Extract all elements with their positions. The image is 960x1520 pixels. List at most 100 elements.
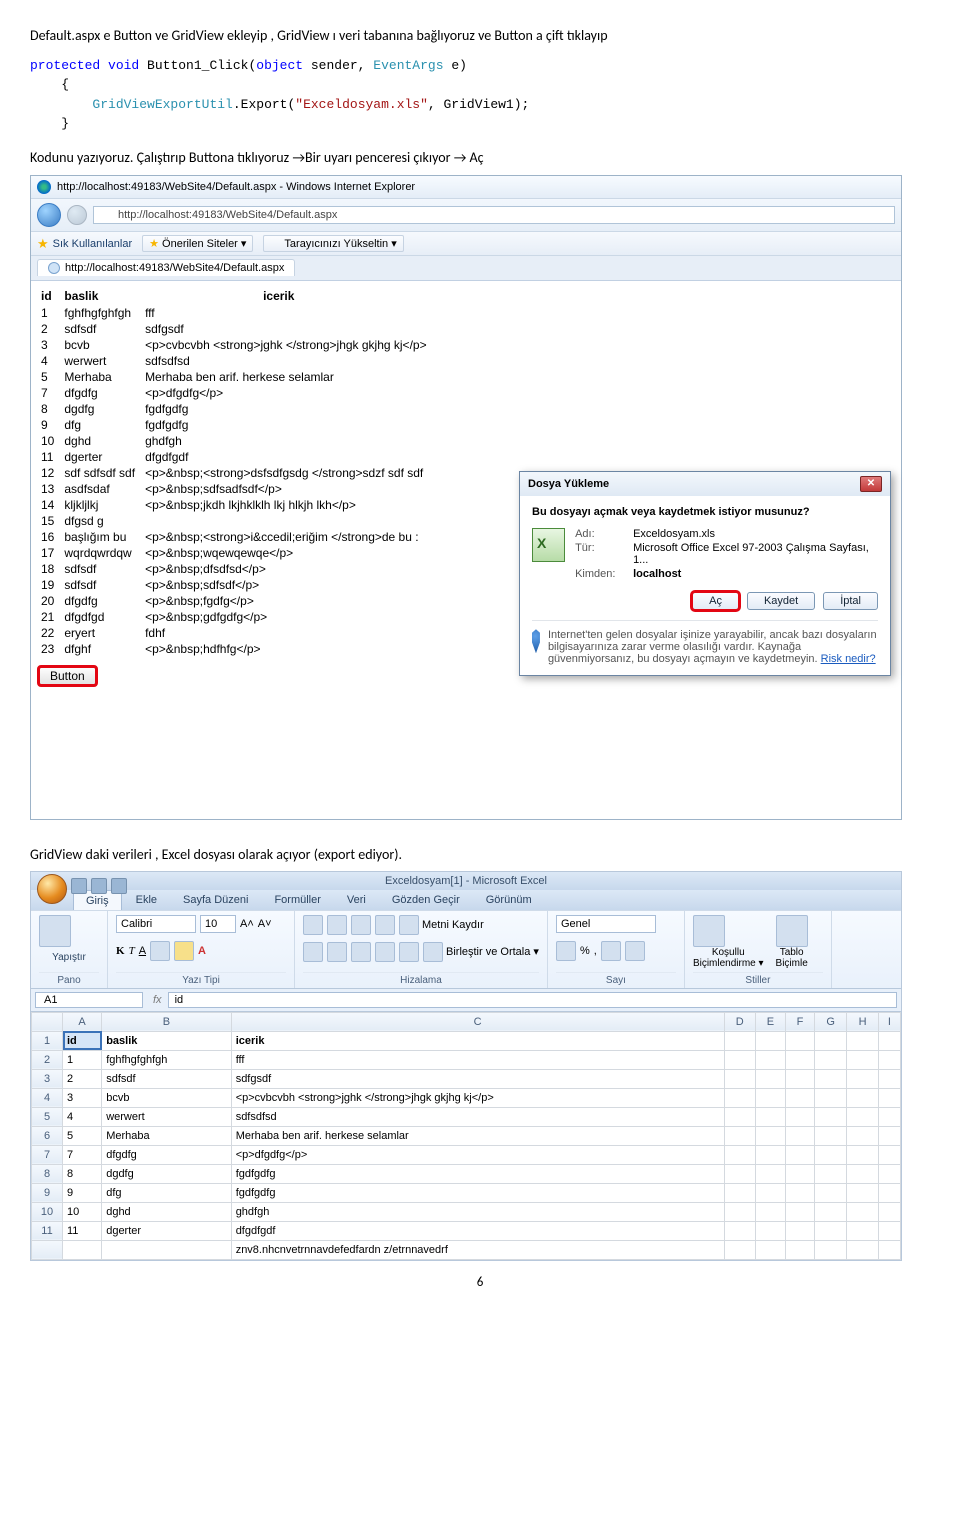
inc-decimal-icon[interactable]: [601, 941, 621, 961]
merge-icon[interactable]: [423, 942, 443, 962]
cell[interactable]: [755, 1050, 785, 1069]
cell[interactable]: [878, 1164, 900, 1183]
cell[interactable]: 9: [63, 1183, 102, 1202]
office-button[interactable]: [37, 874, 67, 904]
col-header[interactable]: A: [63, 1012, 102, 1031]
cell[interactable]: [847, 1107, 878, 1126]
cell[interactable]: [724, 1107, 755, 1126]
cell[interactable]: bcvb: [102, 1088, 231, 1107]
col-header[interactable]: C: [231, 1012, 724, 1031]
cell[interactable]: [878, 1221, 900, 1240]
forward-button[interactable]: [67, 205, 87, 225]
cell[interactable]: [724, 1126, 755, 1145]
cell[interactable]: [815, 1164, 847, 1183]
cell[interactable]: [847, 1202, 878, 1221]
save-button[interactable]: Kaydet: [747, 592, 815, 610]
cell[interactable]: [63, 1240, 102, 1259]
cell[interactable]: [755, 1202, 785, 1221]
cancel-button[interactable]: İptal: [823, 592, 878, 610]
col-header[interactable]: E: [755, 1012, 785, 1031]
tab-insert[interactable]: Ekle: [124, 890, 169, 910]
col-header[interactable]: [32, 1012, 63, 1031]
cell[interactable]: Merhaba: [102, 1126, 231, 1145]
open-button[interactable]: Aç: [692, 592, 739, 610]
cell[interactable]: [847, 1183, 878, 1202]
number-format-combo[interactable]: Genel: [556, 915, 656, 933]
tab-view[interactable]: Görünüm: [474, 890, 544, 910]
cell[interactable]: [847, 1050, 878, 1069]
qat-undo-icon[interactable]: [91, 878, 107, 894]
cell[interactable]: 2: [63, 1069, 102, 1088]
cell[interactable]: icerik: [231, 1031, 724, 1050]
cell[interactable]: [878, 1088, 900, 1107]
back-button[interactable]: [37, 203, 61, 227]
row-header[interactable]: [32, 1240, 63, 1259]
underline-icon[interactable]: A: [139, 945, 146, 957]
col-header[interactable]: G: [815, 1012, 847, 1031]
col-header[interactable]: H: [847, 1012, 878, 1031]
name-box[interactable]: A1: [35, 992, 143, 1008]
row-header[interactable]: 7: [32, 1145, 63, 1164]
cell[interactable]: [785, 1050, 814, 1069]
cell[interactable]: [785, 1202, 814, 1221]
cell[interactable]: [755, 1183, 785, 1202]
cell[interactable]: sdfgsdf: [231, 1069, 724, 1088]
cell[interactable]: [878, 1069, 900, 1088]
cell[interactable]: dfgdfg: [102, 1145, 231, 1164]
cell[interactable]: [755, 1240, 785, 1259]
cell[interactable]: [755, 1069, 785, 1088]
col-header[interactable]: B: [102, 1012, 231, 1031]
cell[interactable]: [847, 1164, 878, 1183]
indent-inc-icon[interactable]: [399, 942, 419, 962]
fill-color-icon[interactable]: [174, 941, 194, 961]
cell[interactable]: [724, 1088, 755, 1107]
cell[interactable]: werwert: [102, 1107, 231, 1126]
cell[interactable]: 8: [63, 1164, 102, 1183]
close-icon[interactable]: ✕: [860, 476, 882, 492]
cell[interactable]: [724, 1221, 755, 1240]
cell[interactable]: [755, 1031, 785, 1050]
cell[interactable]: <p>dfgdfg</p>: [231, 1145, 724, 1164]
row-header[interactable]: 9: [32, 1183, 63, 1202]
cell[interactable]: [785, 1031, 814, 1050]
row-header[interactable]: 11: [32, 1221, 63, 1240]
currency-icon[interactable]: [556, 941, 576, 961]
italic-icon[interactable]: T: [129, 945, 135, 957]
cell[interactable]: [102, 1240, 231, 1259]
cell[interactable]: [815, 1202, 847, 1221]
row-header[interactable]: 10: [32, 1202, 63, 1221]
cell[interactable]: [724, 1145, 755, 1164]
cell[interactable]: 5: [63, 1126, 102, 1145]
cell[interactable]: fgdfgdfg: [231, 1183, 724, 1202]
cell[interactable]: [755, 1126, 785, 1145]
cell[interactable]: [724, 1240, 755, 1259]
cell[interactable]: baslik: [102, 1031, 231, 1050]
cell[interactable]: [847, 1145, 878, 1164]
cell[interactable]: 3: [63, 1088, 102, 1107]
cell[interactable]: fff: [231, 1050, 724, 1069]
row-header[interactable]: 6: [32, 1126, 63, 1145]
cell[interactable]: [878, 1031, 900, 1050]
cell[interactable]: sdfsdf: [102, 1069, 231, 1088]
align-center-icon[interactable]: [327, 942, 347, 962]
cell[interactable]: dfgdfgdf: [231, 1221, 724, 1240]
cells-grid[interactable]: ABCDEFGHI 1idbaslikicerik21fghfhgfghfghf…: [31, 1012, 901, 1260]
cell[interactable]: [724, 1031, 755, 1050]
cell[interactable]: dgdfg: [102, 1164, 231, 1183]
row-header[interactable]: 3: [32, 1069, 63, 1088]
font-color-icon[interactable]: A: [198, 945, 206, 957]
cell[interactable]: fgdfgdfg: [231, 1164, 724, 1183]
cell[interactable]: [724, 1050, 755, 1069]
align-bot-icon[interactable]: [351, 915, 371, 935]
cond-format[interactable]: KoşulluBiçimlendirme ▾: [693, 915, 764, 969]
cell[interactable]: [724, 1202, 755, 1221]
wrap-icon[interactable]: [399, 915, 419, 935]
shrink-font-icon[interactable]: A˅: [258, 918, 272, 930]
dec-decimal-icon[interactable]: [625, 941, 645, 961]
cell[interactable]: ghdfgh: [231, 1202, 724, 1221]
cell[interactable]: [815, 1107, 847, 1126]
cell[interactable]: [878, 1145, 900, 1164]
cell[interactable]: [878, 1107, 900, 1126]
align-left-icon[interactable]: [303, 942, 323, 962]
cell[interactable]: [878, 1202, 900, 1221]
